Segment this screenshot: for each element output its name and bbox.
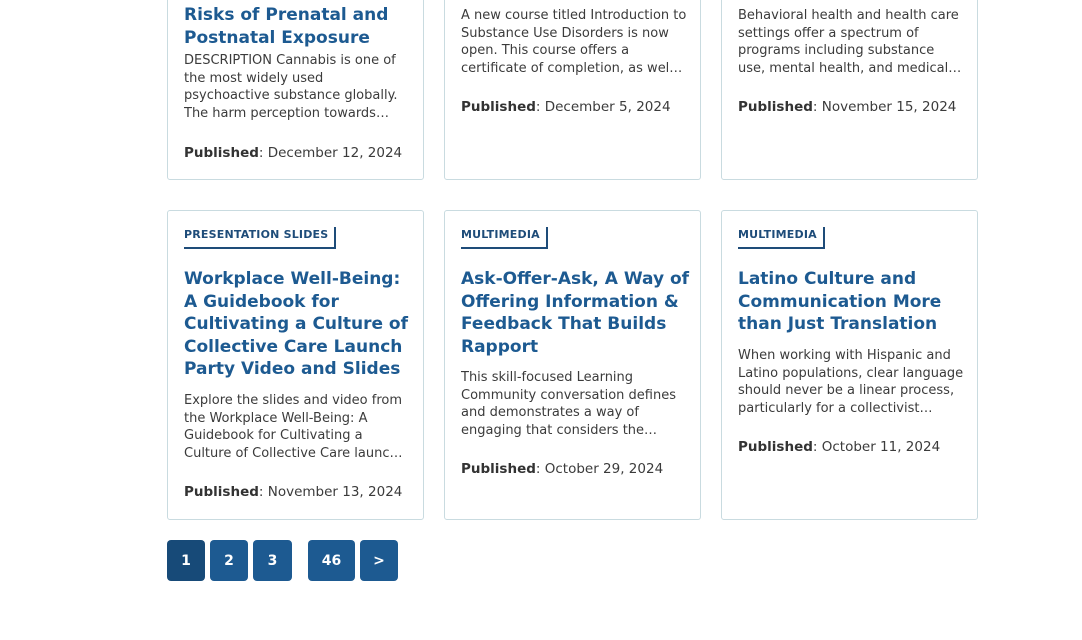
- card-description: When working with Hispanic and Latino po…: [738, 348, 964, 416]
- card-published: Published: December 12, 2024: [184, 144, 402, 162]
- resource-card[interactable]: PRESENTATION SLIDES Workplace Well-Being…: [167, 210, 424, 520]
- resource-card[interactable]: Risks of Prenatal and Postnatal Exposure…: [167, 0, 424, 180]
- card-title[interactable]: Workplace Well-Being: A Guidebook for Cu…: [184, 268, 414, 381]
- resource-card[interactable]: MULTIMEDIA Ask-Offer-Ask, A Way of Offer…: [444, 210, 701, 520]
- card-description: Explore the slides and video from the Wo…: [184, 393, 403, 461]
- published-date: : November 15, 2024: [812, 99, 957, 115]
- content-type-badge: PRESENTATION SLIDES: [184, 227, 337, 249]
- next-page-button[interactable]: >: [360, 540, 398, 581]
- card-published: Published: November 13, 2024: [184, 483, 402, 501]
- published-date: : October 29, 2024: [535, 461, 664, 477]
- content-type-badge: MULTIMEDIA: [738, 227, 825, 249]
- published-label: Published: [184, 145, 259, 161]
- published-date: : December 5, 2024: [535, 99, 671, 115]
- published-label: Published: [184, 484, 259, 500]
- published-label: Published: [461, 99, 536, 115]
- card-title[interactable]: Ask-Offer-Ask, A Way of Offering Informa…: [461, 268, 691, 358]
- published-label: Published: [738, 439, 813, 455]
- published-date: : December 12, 2024: [258, 145, 403, 161]
- card-published: Published: December 5, 2024: [461, 98, 671, 116]
- card-description: This skill-focused Learning Community co…: [461, 370, 676, 438]
- published-label: Published: [738, 99, 813, 115]
- card-published: Published: October 11, 2024: [738, 438, 940, 456]
- card-published: Published: October 29, 2024: [461, 460, 663, 478]
- card-published: Published: November 15, 2024: [738, 98, 956, 116]
- card-title[interactable]: Risks of Prenatal and Postnatal Exposure: [184, 4, 414, 49]
- card-title[interactable]: Latino Culture and Communication More th…: [738, 268, 968, 336]
- resource-card[interactable]: A new course titled Introduction to Subs…: [444, 0, 701, 180]
- card-description: DESCRIPTION Cannabis is one of the most …: [184, 53, 398, 121]
- card-description: A new course titled Introduction to Subs…: [461, 8, 687, 76]
- resource-card[interactable]: MULTIMEDIA Latino Culture and Communicat…: [721, 210, 978, 520]
- page-2-button[interactable]: 2: [210, 540, 248, 581]
- page-1-button[interactable]: 1: [167, 540, 205, 581]
- published-label: Published: [461, 461, 536, 477]
- page-46-button[interactable]: 46: [308, 540, 355, 581]
- page-3-button[interactable]: 3: [253, 540, 292, 581]
- published-date: : November 13, 2024: [258, 484, 403, 500]
- content-type-badge: MULTIMEDIA: [461, 227, 548, 249]
- published-date: : October 11, 2024: [812, 439, 941, 455]
- card-description: Behavioral health and health care settin…: [738, 8, 959, 76]
- resource-card[interactable]: Behavioral health and health care settin…: [721, 0, 978, 180]
